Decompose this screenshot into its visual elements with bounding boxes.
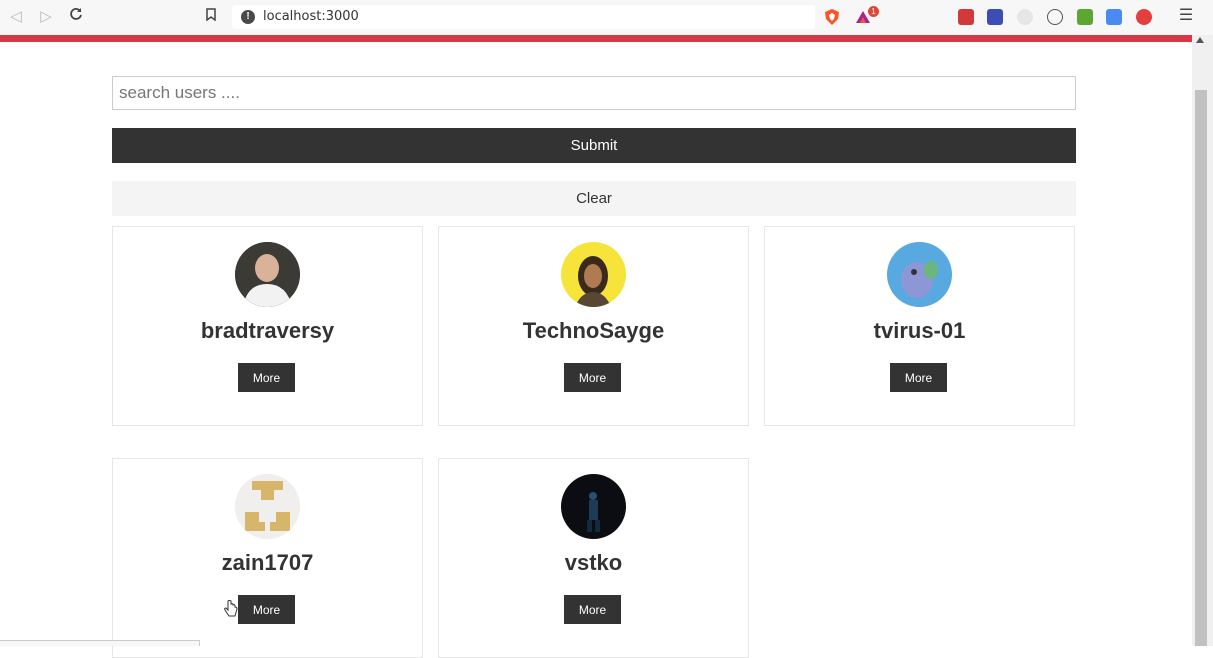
extension-icon-5[interactable] [1077,9,1093,25]
username: vstko [564,550,623,575]
avatar [561,242,626,307]
accent-bar [0,35,1192,42]
translate-icon[interactable] [1106,9,1122,25]
forward-icon[interactable]: ▷ [36,7,56,27]
avatar [887,242,952,307]
username: tvirus-01 [873,318,966,343]
url-text: localhost:3000 [263,9,359,24]
extension-icon-1[interactable] [958,9,974,25]
reload-icon[interactable] [66,7,86,27]
info-icon[interactable]: ! [241,10,255,24]
status-bar [0,640,200,646]
username: zain1707 [221,550,314,575]
brave-rewards-icon[interactable]: 1 [855,6,879,24]
submit-button[interactable]: Submit [112,128,1076,163]
search-input[interactable] [112,76,1076,110]
more-button[interactable]: More [564,595,621,624]
more-button[interactable]: More [890,363,947,392]
back-icon[interactable]: ◁ [6,7,26,27]
address-bar[interactable]: ! localhost:3000 [232,5,815,29]
avatar [561,474,626,539]
avatar [235,474,300,539]
scroll-thumb[interactable] [1195,90,1207,646]
user-card: TechnoSayge More [438,226,749,426]
avatar [235,242,300,307]
username: TechnoSayge [522,318,665,343]
bookmark-icon[interactable] [201,7,221,27]
user-card: vstko More [438,458,749,658]
extension-icon-4[interactable] [1047,9,1063,25]
user-card: tvirus-01 More [764,226,1075,426]
username: bradtraversy [200,318,335,343]
browser-toolbar: ◁ ▷ ! localhost:3000 1 ☰ [0,0,1213,35]
page-scrollbar[interactable] [1192,35,1213,646]
user-card: bradtraversy More [112,226,423,426]
hand-cursor-icon [224,600,238,623]
more-button[interactable]: More [238,363,295,392]
menu-icon[interactable]: ☰ [1176,6,1196,26]
extension-icon-2[interactable] [987,9,1003,25]
clear-button[interactable]: Clear [112,181,1076,216]
user-card: zain1707 More [112,458,423,658]
more-button[interactable]: More [238,595,295,624]
extension-icon-3[interactable] [1017,9,1033,25]
extension-icon-7[interactable] [1136,9,1152,25]
scroll-up-icon[interactable] [1196,37,1204,43]
brave-shield-icon[interactable] [823,8,839,25]
notification-badge: 1 [868,6,879,17]
more-button[interactable]: More [564,363,621,392]
